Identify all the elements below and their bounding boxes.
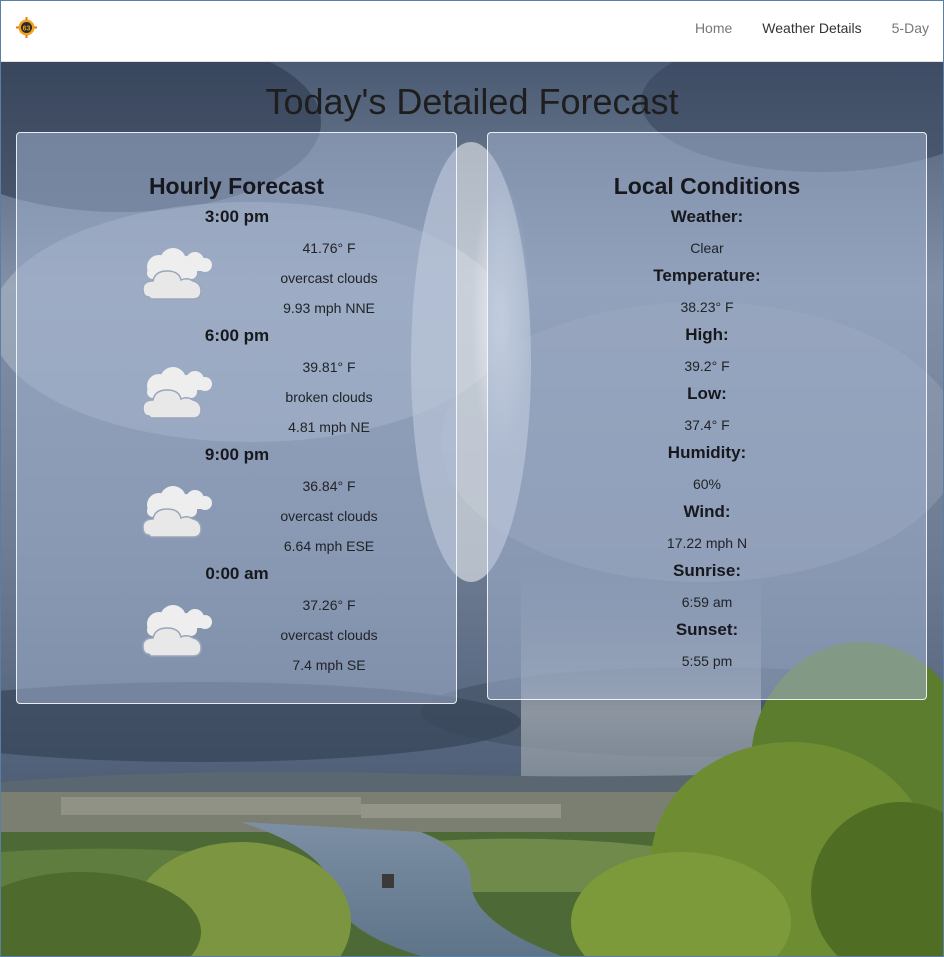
condition-value-temperature: 38.23° F bbox=[680, 299, 734, 315]
condition-label-sunrise: Sunrise: bbox=[672, 561, 742, 580]
hourly-description: overcast clouds bbox=[280, 270, 378, 286]
condition-label-humidity: Humidity: bbox=[667, 443, 747, 462]
navbar: 63 Home Weather Details 5-Day bbox=[1, 1, 943, 62]
hourly-wind: 7.4 mph SE bbox=[292, 657, 366, 673]
hourly-wind: 4.81 mph NE bbox=[288, 419, 370, 435]
cloudy-icon bbox=[142, 486, 212, 538]
hourly-time: 3:00 pm bbox=[204, 207, 270, 226]
hourly-time: 9:00 pm bbox=[204, 445, 270, 464]
cloudy-icon bbox=[142, 248, 212, 300]
condition-label-high: High: bbox=[685, 325, 729, 344]
hourly-description: broken clouds bbox=[285, 389, 373, 405]
hourly-description: overcast clouds bbox=[280, 508, 378, 524]
condition-value-humidity: 60% bbox=[692, 476, 722, 492]
hourly-description: overcast clouds bbox=[280, 627, 378, 643]
hourly-wind: 6.64 mph ESE bbox=[283, 538, 375, 554]
hourly-time: 0:00 am bbox=[205, 564, 269, 583]
condition-label-temperature: Temperature: bbox=[653, 266, 761, 285]
nav-5-day-link[interactable]: 5-Day bbox=[877, 19, 929, 37]
cloudy-icon bbox=[142, 367, 212, 419]
nav-home-link[interactable]: Home bbox=[680, 19, 747, 37]
condition-label-low: Low: bbox=[687, 384, 727, 403]
condition-value-high: 39.2° F bbox=[684, 358, 730, 374]
svg-text:63: 63 bbox=[23, 26, 31, 33]
local-conditions-panel: Local Conditions Weather: Clear Temperat… bbox=[487, 132, 927, 700]
condition-label-weather: Weather: bbox=[670, 207, 744, 226]
hourly-item: 9:00 pm 36.84° F overcast clouds 6.64 mp… bbox=[17, 445, 456, 564]
hourly-temp: 36.84° F bbox=[302, 478, 356, 494]
condition-label-wind: Wind: bbox=[683, 502, 731, 521]
hourly-wind: 9.93 mph NNE bbox=[283, 300, 375, 316]
hourly-forecast-heading: Hourly Forecast bbox=[148, 173, 325, 199]
hourly-temp: 39.81° F bbox=[302, 359, 356, 375]
hourly-forecast-panel: Hourly Forecast 3:00 pm 41.76° F overcas… bbox=[16, 132, 457, 704]
hourly-temp: 37.26° F bbox=[302, 597, 356, 613]
hourly-item: 6:00 pm 39.81° F broken clouds 4.81 mph … bbox=[17, 326, 456, 445]
condition-value-wind: 17.22 mph N bbox=[666, 535, 748, 551]
condition-value-sunset: 5:55 pm bbox=[681, 653, 733, 669]
condition-label-sunset: Sunset: bbox=[675, 620, 739, 639]
weather-sun-logo-icon[interactable]: 63 bbox=[16, 17, 37, 38]
hourly-item: 0:00 am 37.26° F overcast clouds 7.4 mph… bbox=[17, 564, 456, 683]
local-conditions-heading: Local Conditions bbox=[613, 173, 801, 199]
hourly-temp: 41.76° F bbox=[302, 240, 356, 256]
hourly-item: 3:00 pm 41.76° F overcast clouds 9.93 mp… bbox=[17, 207, 456, 326]
nav-links: Home Weather Details 5-Day bbox=[680, 19, 929, 37]
condition-value-sunrise: 6:59 am bbox=[681, 594, 733, 610]
nav-weather-details-link[interactable]: Weather Details bbox=[747, 19, 876, 37]
condition-value-low: 37.4° F bbox=[684, 417, 730, 433]
condition-value-weather: Clear bbox=[690, 240, 724, 256]
page-title: Today's Detailed Forecast bbox=[265, 81, 679, 122]
cloudy-icon bbox=[142, 605, 212, 657]
hourly-time: 6:00 pm bbox=[204, 326, 270, 345]
